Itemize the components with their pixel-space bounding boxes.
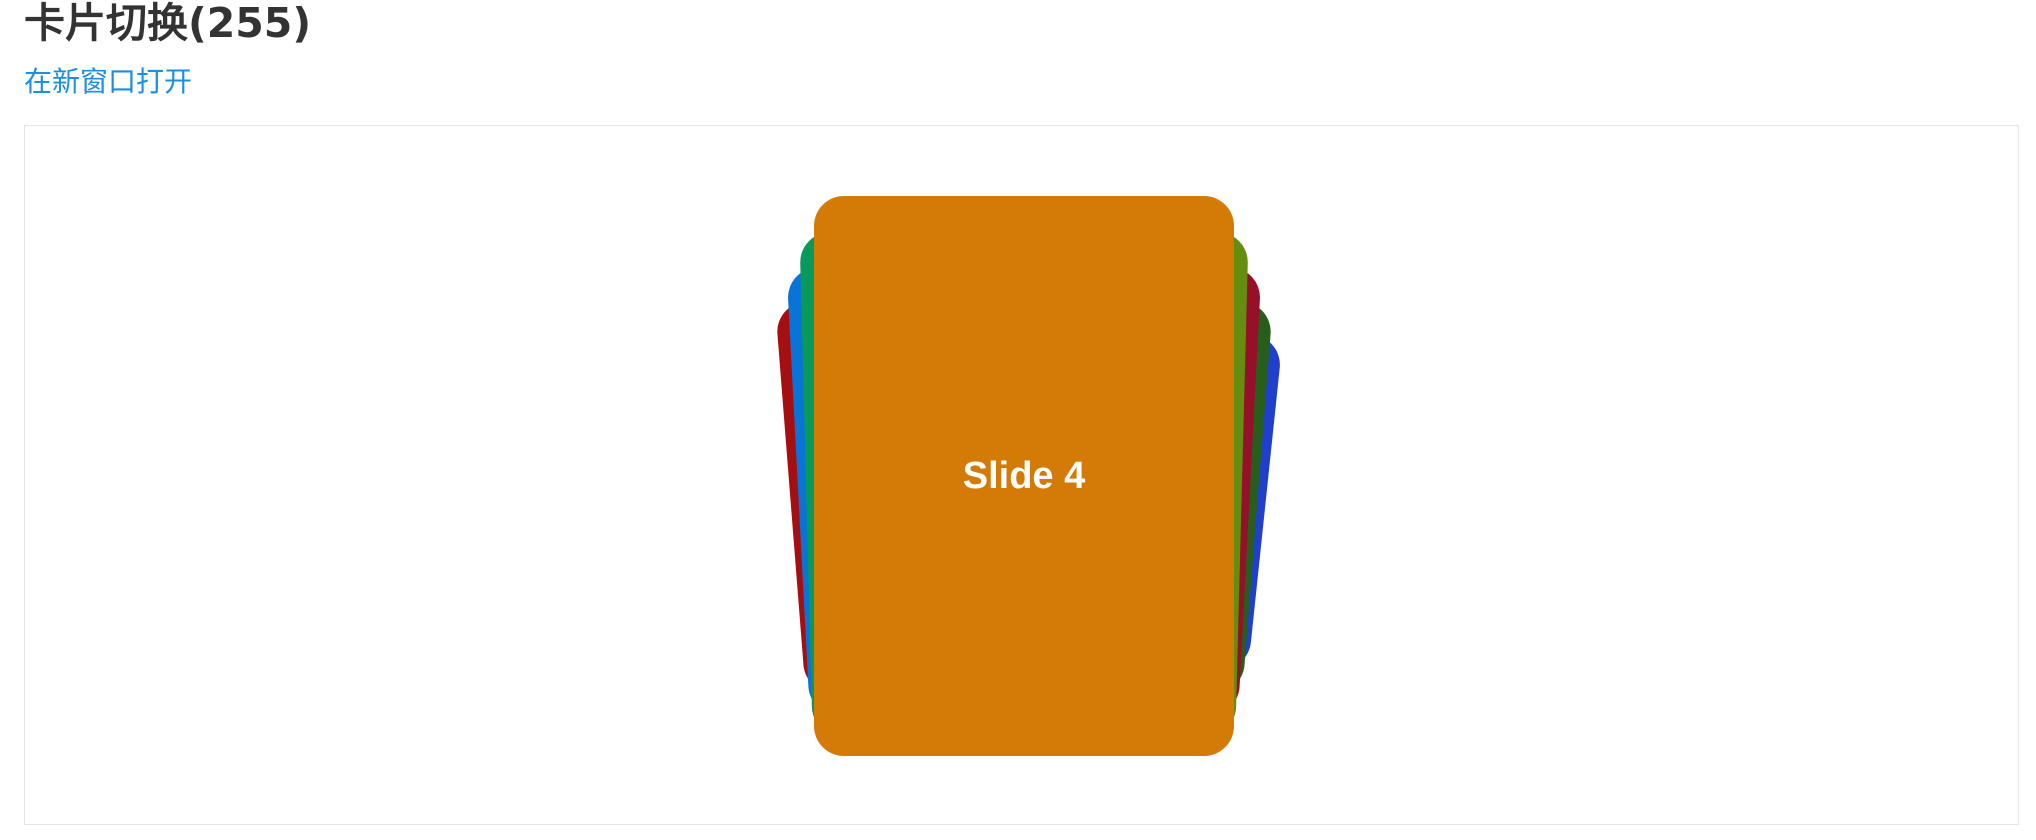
slide-card-4[interactable]: Slide 4 [814, 196, 1234, 756]
slide-card-label: Slide 4 [962, 454, 1086, 497]
card-stack[interactable]: Slide 4 [25, 126, 2018, 824]
demo-frame: Slide 4 [24, 125, 2019, 825]
page-title: 卡片切换(255) [24, 0, 312, 47]
open-in-new-window-link[interactable]: 在新窗口打开 [24, 64, 192, 100]
